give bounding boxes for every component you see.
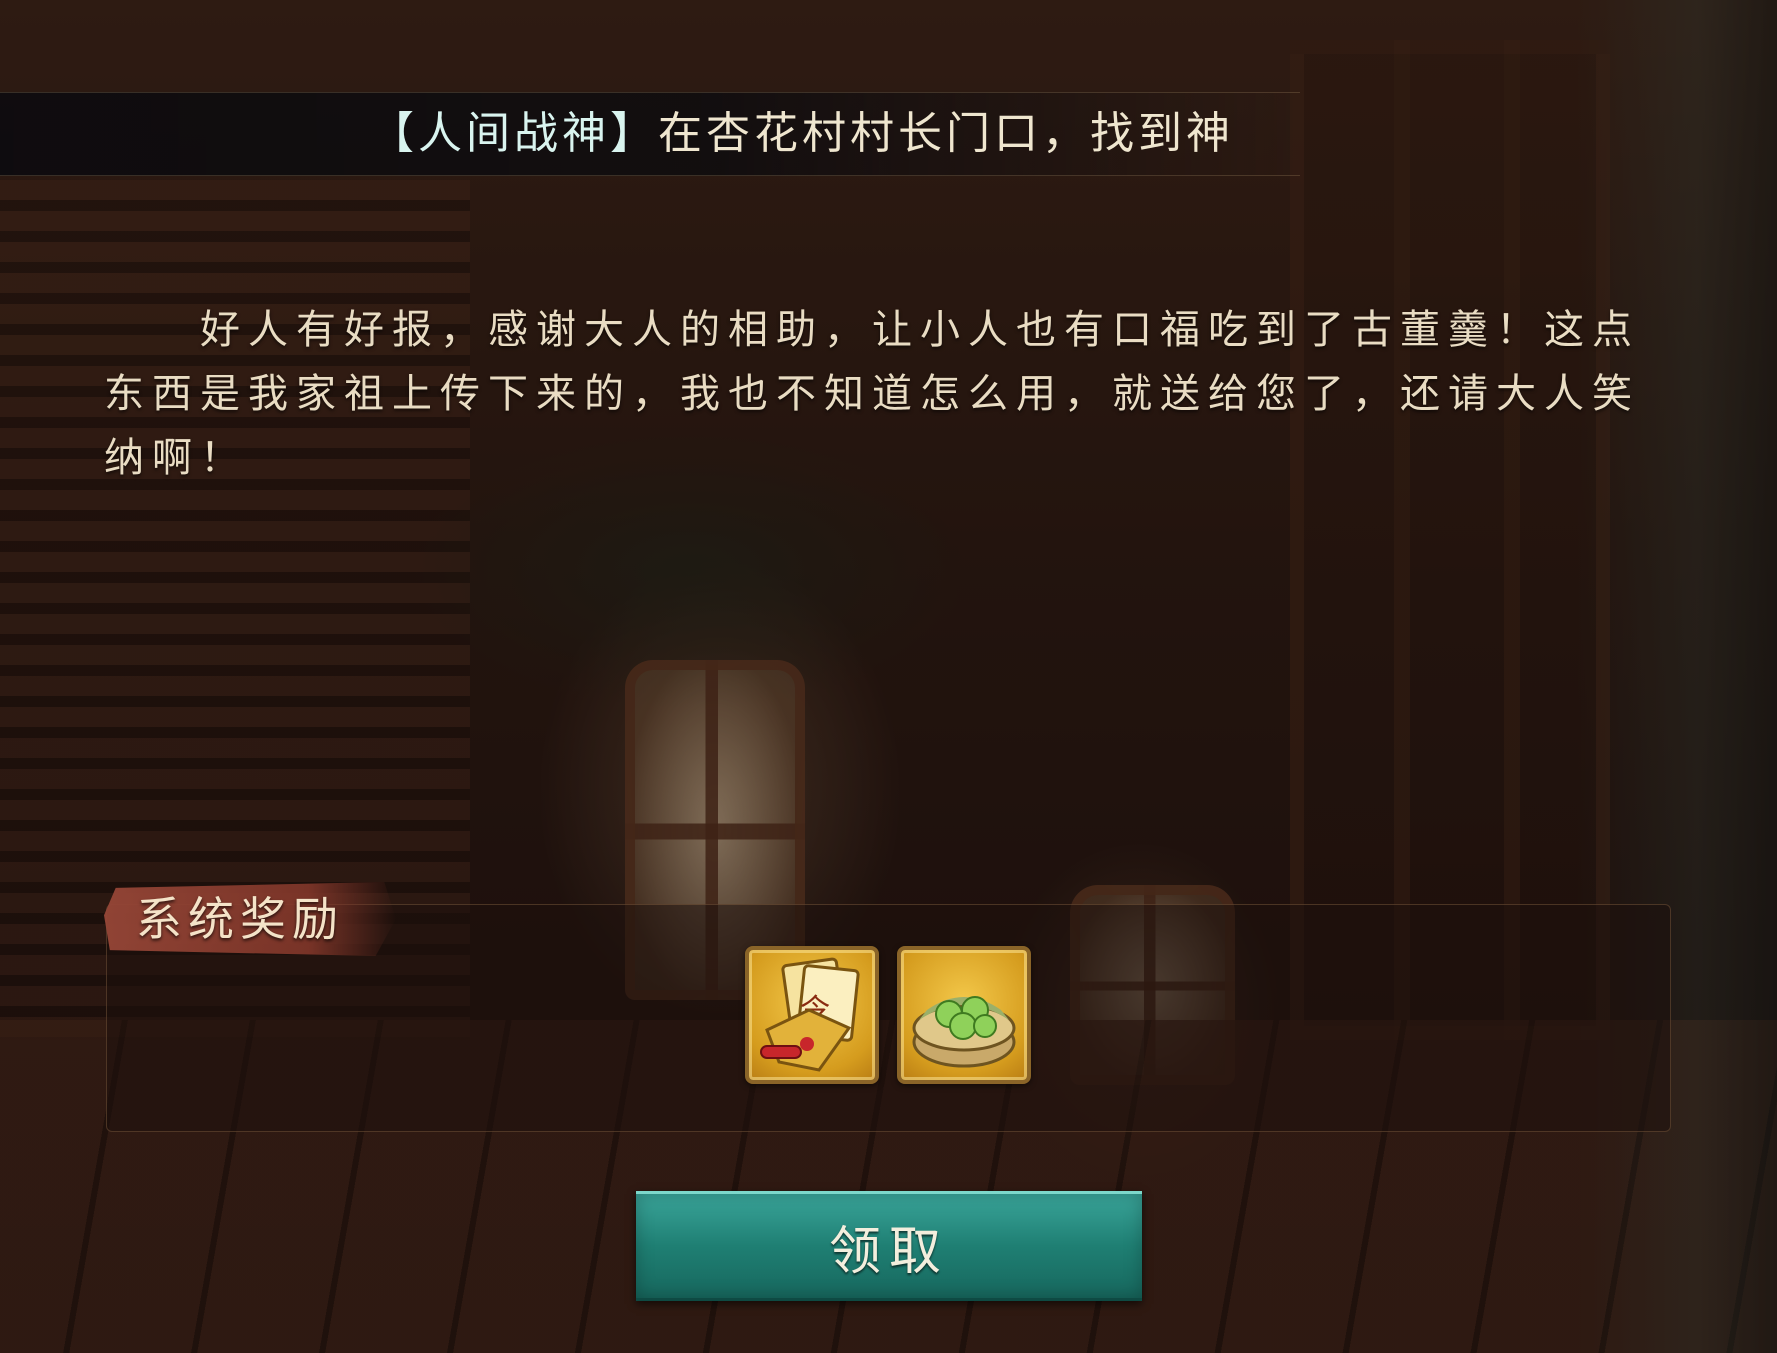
- quest-title-bar: 【人间战神】在杏花村村长门口，找到神: [0, 92, 1300, 176]
- claim-button[interactable]: 领取: [636, 1191, 1142, 1301]
- reward-header: 系统奖励: [136, 892, 344, 946]
- quest-bracket-open: 【: [370, 108, 418, 159]
- order-token-icon: 令: [760, 957, 860, 1072]
- npc-dialog-text: 好人有好报，感谢大人的相助，让小人也有口福吃到了古董羹！这点东西是我家祖上传下来…: [104, 307, 1640, 481]
- quest-title-rest: 在杏花村村长门口，找到神: [658, 108, 1234, 159]
- quest-title: 【人间战神】在杏花村村长门口，找到神: [370, 93, 1234, 175]
- quest-bracket-close: 】: [610, 108, 658, 159]
- dim-overlay: [0, 0, 1777, 1353]
- quest-title-name: 人间战神: [418, 108, 610, 159]
- background-scene: [0, 0, 1777, 1353]
- reward-item-green-dumplings[interactable]: [897, 946, 1031, 1084]
- green-dumplings-icon: [912, 996, 1016, 1068]
- reward-item-order-token[interactable]: 令: [745, 946, 879, 1084]
